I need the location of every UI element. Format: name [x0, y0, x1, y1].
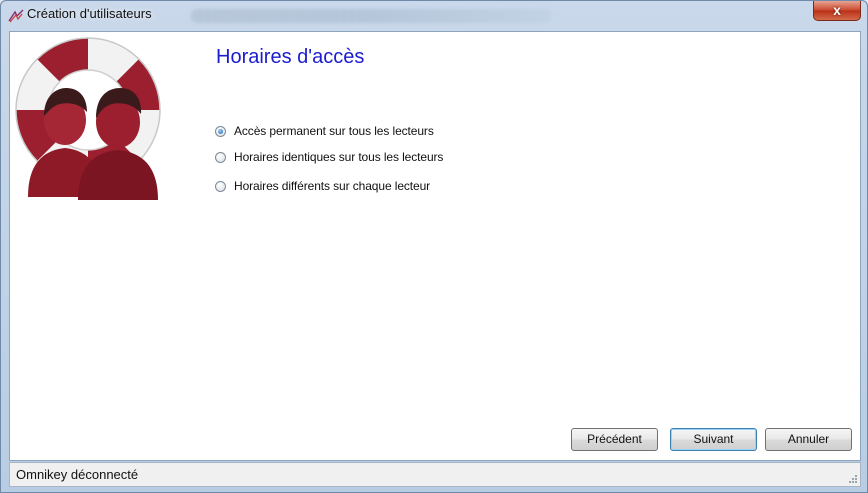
- status-text: Omnikey déconnecté: [16, 467, 139, 482]
- option-label: Horaires identiques sur tous les lecteur…: [234, 150, 444, 164]
- wizard-window: Création d'utilisateurs x Horaires d'acc…: [0, 0, 868, 493]
- page-title: Horaires d'accès: [216, 46, 365, 68]
- people-link-icon: [8, 9, 24, 23]
- next-button[interactable]: Suivant: [670, 428, 757, 451]
- wizard-content: Horaires d'accès Accès permanent sur tou…: [9, 31, 861, 461]
- previous-button[interactable]: Précédent: [571, 428, 658, 451]
- resize-grip-icon[interactable]: [848, 474, 858, 484]
- status-bar: Omnikey déconnecté: [9, 462, 861, 487]
- window-title: Création d'utilisateurs: [27, 6, 152, 21]
- close-button[interactable]: x: [813, 1, 861, 21]
- option-label: Horaires différents sur chaque lecteur: [234, 179, 431, 193]
- option-identical-schedules[interactable]: Horaires identiques sur tous les lecteur…: [215, 149, 443, 165]
- cancel-button[interactable]: Annuler: [765, 428, 852, 451]
- radio-button[interactable]: [215, 151, 226, 163]
- background-blur: [191, 9, 551, 23]
- title-bar[interactable]: Création d'utilisateurs x: [1, 1, 867, 31]
- radio-button-checked[interactable]: [215, 125, 226, 137]
- option-different-schedules[interactable]: Horaires différents sur chaque lecteur: [215, 178, 430, 194]
- option-label: Accès permanent sur tous les lecteurs: [234, 124, 434, 138]
- radio-button[interactable]: [215, 180, 226, 192]
- users-lifebuoy-logo: [15, 37, 161, 200]
- option-permanent-access[interactable]: Accès permanent sur tous les lecteurs: [215, 123, 434, 139]
- close-icon: x: [833, 2, 841, 18]
